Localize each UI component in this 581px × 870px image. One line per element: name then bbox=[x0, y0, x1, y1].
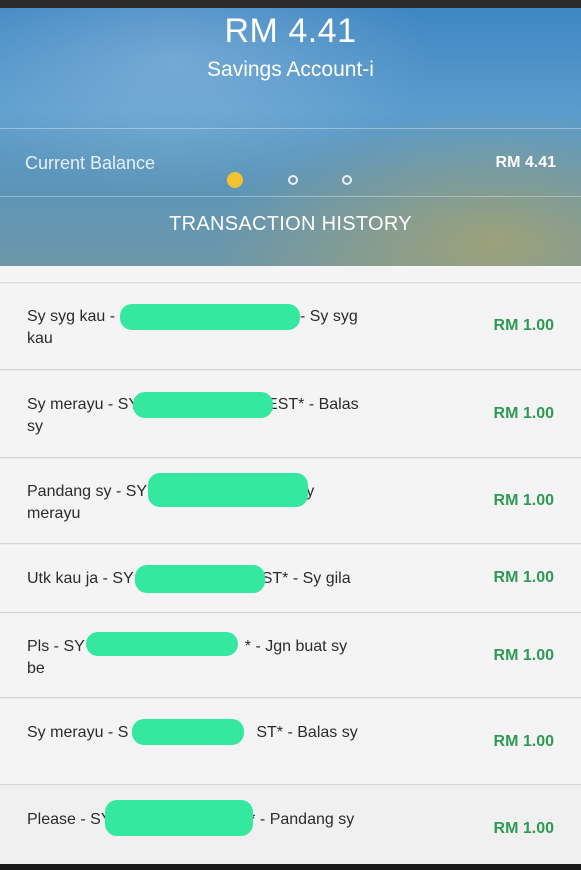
transaction-row[interactable]: Pls - SY * - Jgn buat sy be RM 1.00 bbox=[0, 614, 581, 698]
transaction-amount: RM 1.00 bbox=[493, 317, 554, 334]
redaction-mark bbox=[148, 473, 308, 507]
carousel-dot[interactable] bbox=[342, 175, 352, 185]
list-header-spacer bbox=[0, 266, 581, 283]
header-divider bbox=[0, 196, 581, 197]
account-name: Savings Account-i bbox=[207, 58, 374, 81]
redaction-mark bbox=[132, 719, 244, 745]
transaction-list[interactable]: Sy syg kau - SY ST* - Sy syg kau RM 1.00… bbox=[0, 266, 581, 870]
transaction-row[interactable]: Pandang sy - SY * - Sy merayu RM 1.00 bbox=[0, 459, 581, 544]
transaction-row[interactable]: Sy syg kau - SY ST* - Sy syg kau RM 1.00 bbox=[0, 284, 581, 370]
transaction-amount: RM 1.00 bbox=[493, 492, 554, 509]
carousel-dot[interactable] bbox=[288, 175, 298, 185]
current-balance-value: RM 4.41 bbox=[495, 154, 556, 171]
account-amount: RM 4.41 bbox=[224, 12, 357, 50]
account-header[interactable]: RM 4.41 Savings Account-i Current Balanc… bbox=[0, 8, 581, 266]
transaction-amount: RM 1.00 bbox=[493, 820, 554, 837]
redaction-mark bbox=[86, 632, 238, 656]
transaction-amount: RM 1.00 bbox=[493, 647, 554, 664]
transaction-amount: RM 1.00 bbox=[493, 405, 554, 422]
transaction-amount: RM 1.00 bbox=[493, 569, 554, 586]
transaction-row[interactable]: Sy merayu - SY EST* - Balas sy RM 1.00 bbox=[0, 371, 581, 458]
redaction-mark bbox=[133, 392, 273, 418]
carousel-dot-active[interactable] bbox=[227, 172, 243, 188]
bottom-edge bbox=[0, 864, 581, 870]
transaction-amount: RM 1.00 bbox=[493, 733, 554, 750]
redaction-mark bbox=[135, 565, 265, 593]
transaction-row[interactable]: Sy merayu - S ST* - Balas sy RM 1.00 bbox=[0, 699, 581, 785]
header-divider bbox=[0, 128, 581, 129]
transaction-history-title: TRANSACTION HISTORY bbox=[169, 213, 412, 235]
carousel-indicator[interactable] bbox=[227, 172, 357, 188]
transaction-row[interactable]: Please - SY T* - Pandang sy RM 1.00 bbox=[0, 786, 581, 870]
transaction-row[interactable]: Utk kau ja - SY ST* - Sy gila RM 1.00 bbox=[0, 545, 581, 613]
redaction-mark bbox=[120, 304, 300, 330]
redaction-mark bbox=[105, 800, 253, 836]
status-bar bbox=[0, 0, 581, 8]
current-balance-label: Current Balance bbox=[25, 153, 156, 173]
